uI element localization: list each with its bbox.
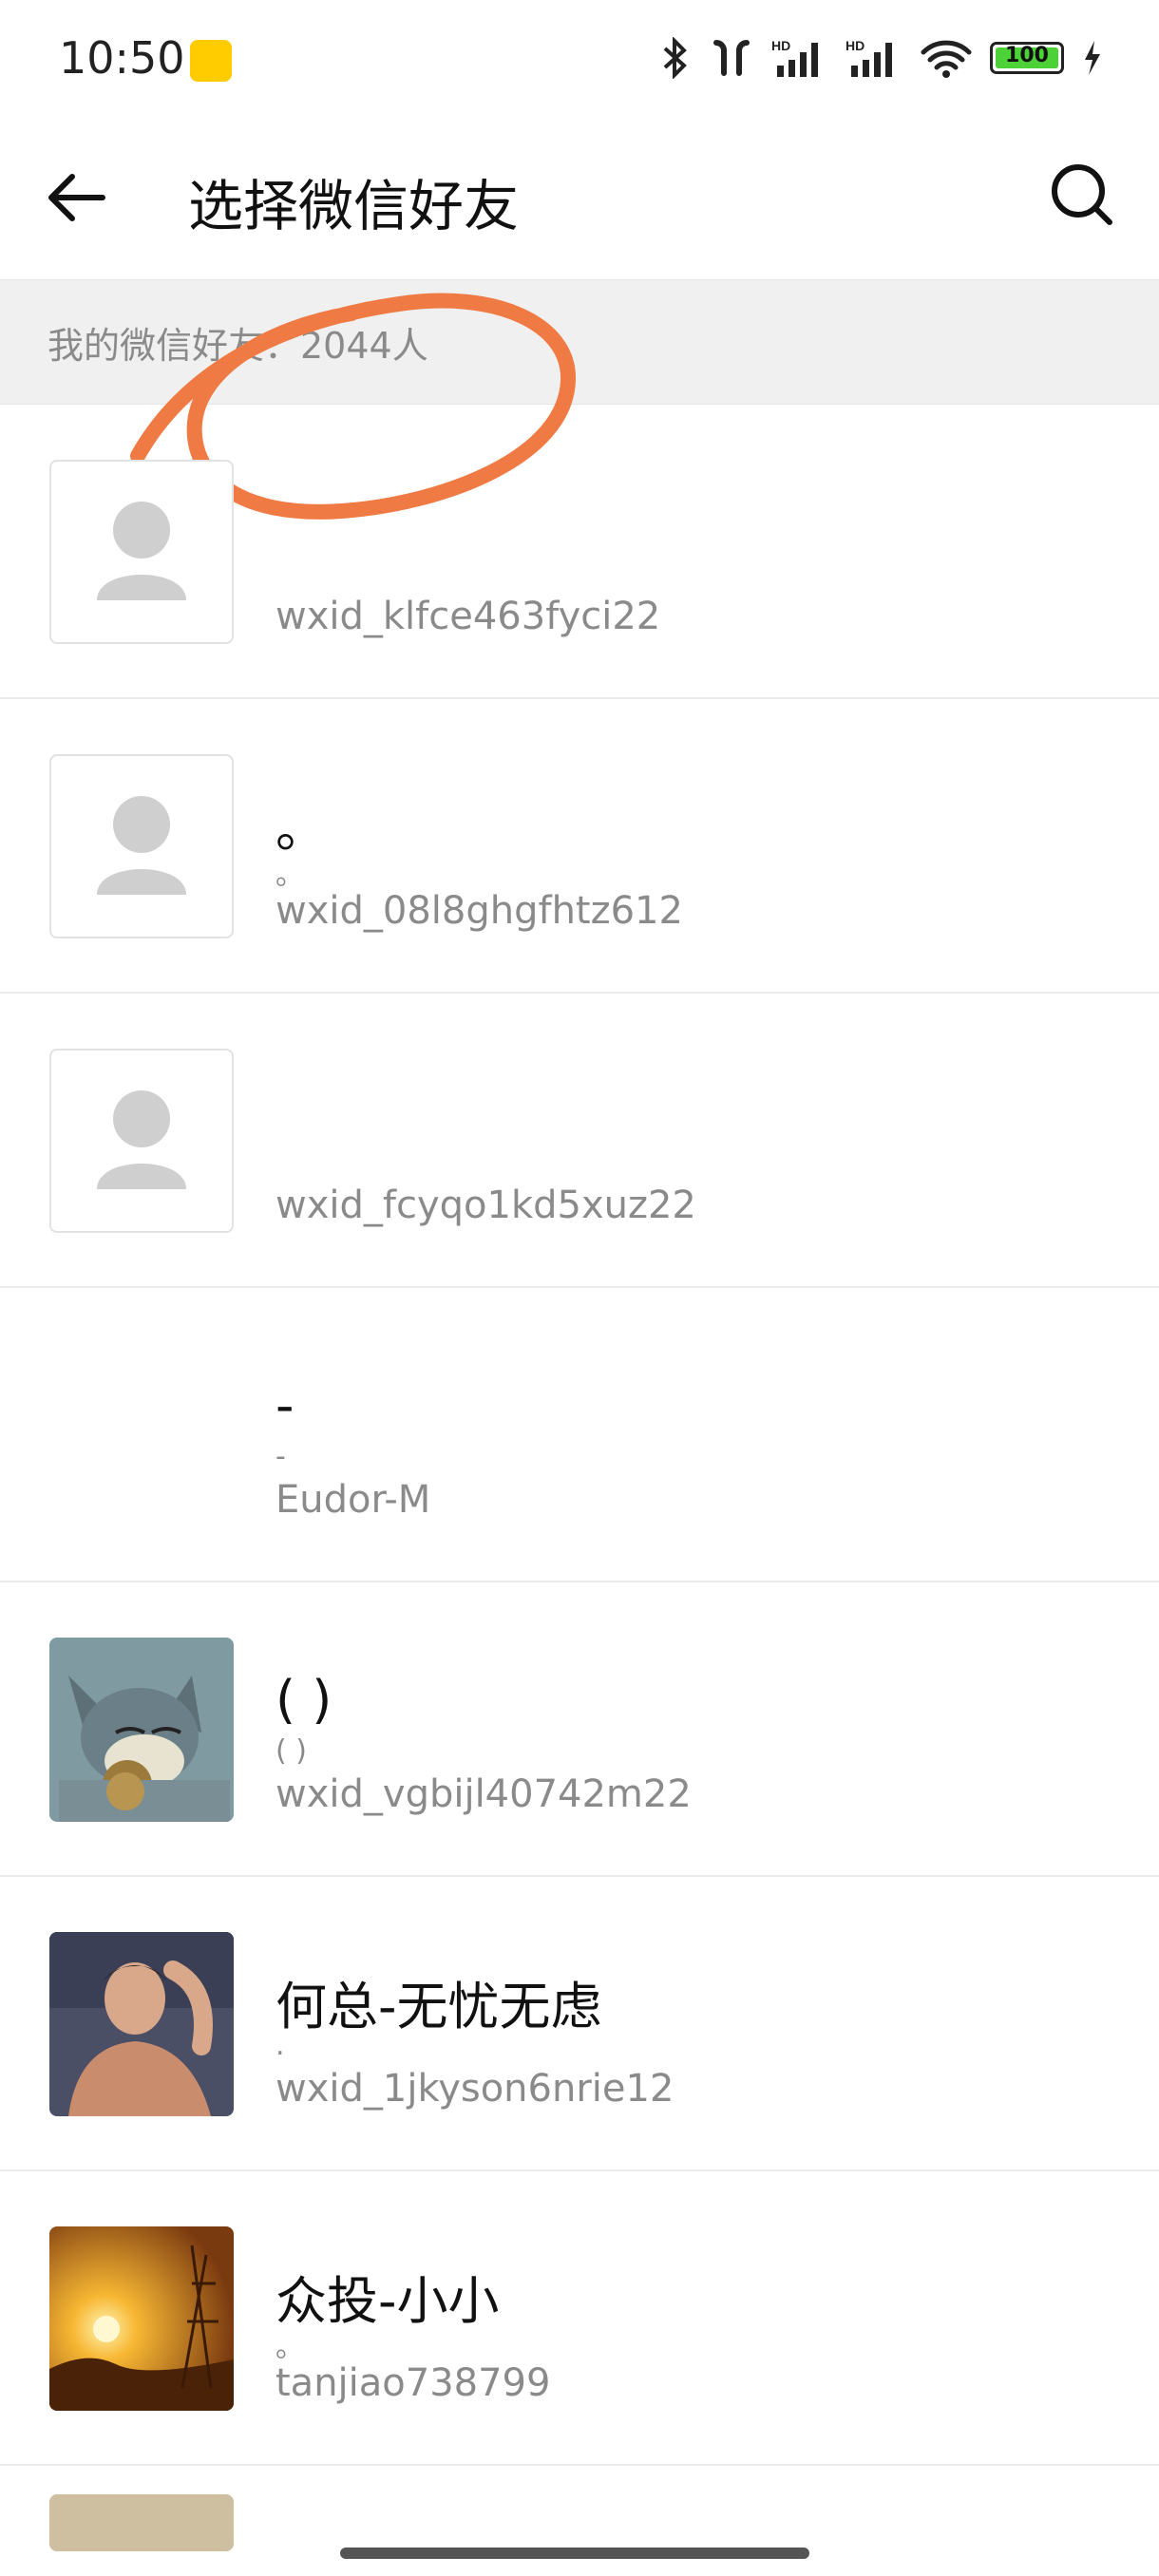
default-avatar-icon <box>97 502 186 600</box>
friend-wxid: wxid_08l8ghgfhtz612 <box>276 889 683 933</box>
home-indicator[interactable] <box>340 2548 809 2559</box>
battery-icon: 100 <box>990 42 1064 74</box>
friend-row[interactable]: 何总-无忧无虑 . wxid_1jkyson6nrie12 <box>0 1877 1159 2171</box>
earbuds-icon <box>713 40 750 76</box>
avatar <box>49 2494 234 2551</box>
cartoon-cat-avatar <box>49 1638 234 1822</box>
default-avatar-icon <box>97 1090 186 1189</box>
friend-name: - <box>276 1375 294 1435</box>
signal-hd-icon: HD <box>846 38 892 77</box>
man-photo-avatar <box>49 1932 234 2116</box>
status-icons: HD HD 100 <box>659 34 1102 82</box>
friend-row[interactable]: ( ) ( ) wxid_vgbijl40742m22 <box>0 1582 1159 1877</box>
search-icon[interactable] <box>1049 161 1115 228</box>
friend-list: wxid_klfce463fyci22 。 。 wxid_08l8ghgfhtz… <box>0 405 1159 2551</box>
friend-name: ( ) <box>276 1670 332 1730</box>
friend-wxid: wxid_1jkyson6nrie12 <box>276 2067 674 2111</box>
svg-text:HD: HD <box>771 38 790 53</box>
friend-row[interactable]: wxid_fcyqo1kd5xuz22 <box>0 994 1159 1288</box>
status-bar: 10:50 HD HD 100 <box>0 0 1159 114</box>
wifi-icon <box>921 40 972 78</box>
battery-level: 100 <box>1005 44 1049 67</box>
friend-remark: 。 <box>276 859 304 892</box>
bluetooth-icon <box>663 37 687 79</box>
signal-hd-icon: HD <box>771 38 818 77</box>
friend-remark: ( ) <box>276 1734 307 1768</box>
friends-count-section: 我的微信好友：2044人 <box>0 279 1159 405</box>
status-time: 10:50 <box>59 32 185 84</box>
sunset-photo-avatar <box>49 2226 234 2411</box>
friend-row[interactable]: wxid_klfce463fyci22 <box>0 405 1159 699</box>
friends-count-label: 我的微信好友：2044人 <box>48 325 428 367</box>
friend-wxid: wxid_vgbijl40742m22 <box>276 1772 692 1816</box>
friend-name: 众投-小小 <box>276 2271 500 2331</box>
friend-row[interactable]: 众投-小小 。 tanjiao738799 <box>0 2171 1159 2466</box>
charging-icon <box>1085 41 1100 75</box>
avatar <box>49 460 234 644</box>
friend-wxid: wxid_fcyqo1kd5xuz22 <box>276 1184 696 1227</box>
friend-wxid: tanjiao738799 <box>276 2361 551 2405</box>
avatar <box>49 754 234 938</box>
friend-remark: - <box>276 1440 286 1473</box>
header-bar: 选择微信好友 <box>0 114 1159 277</box>
friend-name: 何总-无忧无虑 <box>276 1977 602 2036</box>
friend-row[interactable]: 。 。 wxid_08l8ghgfhtz612 <box>0 699 1159 994</box>
app-badge-icon <box>190 40 232 82</box>
friend-row[interactable] <box>0 2466 1159 2551</box>
back-arrow-icon[interactable] <box>42 163 110 232</box>
friend-row[interactable]: - - Eudor-M <box>0 1288 1159 1582</box>
friend-wxid: Eudor-M <box>276 1478 431 1522</box>
avatar <box>49 1049 234 1233</box>
avatar <box>49 2226 234 2411</box>
friend-remark: 。 <box>276 2331 304 2364</box>
friend-remark: . <box>276 2029 285 2062</box>
svg-text:HD: HD <box>846 38 864 53</box>
default-avatar-icon <box>97 796 186 895</box>
page-title: 选择微信好友 <box>188 174 520 238</box>
friend-wxid: wxid_klfce463fyci22 <box>276 595 661 638</box>
avatar <box>49 1932 234 2116</box>
avatar <box>49 1638 234 1822</box>
